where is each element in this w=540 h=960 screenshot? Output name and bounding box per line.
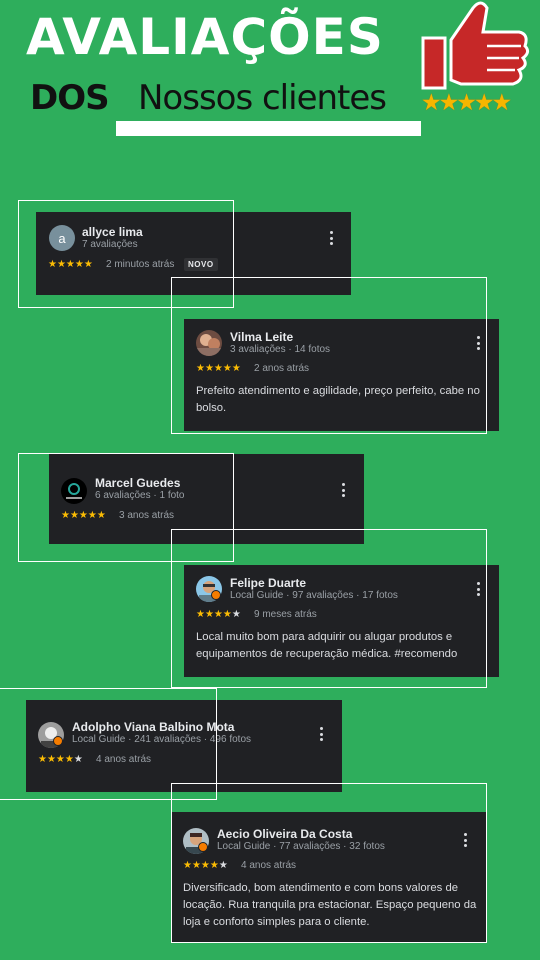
review-card-felipe: Felipe Duarte Local Guide · 97 avaliaçõe… [184, 565, 499, 677]
review-time: 2 anos atrás [254, 363, 310, 374]
review-stars: ★★★★★ [48, 259, 93, 270]
headline-dos: DOS [30, 78, 110, 118]
more-vert-icon[interactable] [341, 483, 345, 497]
reviewer-meta: Local Guide · 77 avaliações · 32 fotos [217, 841, 385, 852]
avatar[interactable] [196, 330, 222, 356]
review-stars: ★★★★★ [38, 754, 83, 765]
reviewer-meta: Local Guide · 97 avaliações · 17 fotos [230, 590, 398, 601]
review-stars: ★★★★★ [183, 860, 228, 871]
more-vert-icon[interactable] [319, 727, 323, 741]
headline-subtitle: Nossos clientes [138, 78, 387, 118]
more-vert-icon[interactable] [476, 336, 480, 350]
more-vert-icon[interactable] [463, 833, 467, 847]
avatar[interactable] [61, 478, 87, 504]
review-time: 9 meses atrás [254, 609, 317, 620]
rating-stars: ★★★★★ [421, 90, 512, 116]
review-time: 3 anos atrás [119, 510, 175, 521]
review-card-allyce: a allyce lima 7 avaliações ★★★★★ 2 minut… [36, 212, 351, 295]
avatar-letter: a [58, 230, 66, 246]
review-stars: ★★★★★ [61, 510, 106, 521]
reviewer-meta: 6 avaliações · 1 foto [95, 490, 185, 501]
reviewer-name[interactable]: Vilma Leite [230, 330, 293, 344]
review-card-marcel: Marcel Guedes 6 avaliações · 1 foto ★★★★… [49, 454, 364, 544]
new-badge: NOVO [184, 258, 218, 271]
reviewer-name[interactable]: Aecio Oliveira Da Costa [217, 827, 352, 841]
local-guide-badge-icon [211, 590, 221, 600]
reviewer-name[interactable]: Marcel Guedes [95, 476, 180, 490]
reviewer-name[interactable]: Felipe Duarte [230, 576, 306, 590]
review-stars: ★★★★★ [196, 609, 241, 620]
reviewer-meta: Local Guide · 241 avaliações · 496 fotos [72, 734, 251, 745]
local-guide-badge-icon [53, 736, 63, 746]
more-vert-icon[interactable] [476, 582, 480, 596]
thumbs-up-icon [421, 1, 530, 90]
review-time: 4 anos atrás [96, 754, 152, 765]
reviewer-meta: 3 avaliações · 14 fotos [230, 344, 331, 355]
review-card-aecio: Aecio Oliveira Da Costa Local Guide · 77… [171, 812, 486, 942]
more-vert-icon[interactable] [329, 231, 333, 245]
local-guide-badge-icon [198, 842, 208, 852]
review-time: 4 anos atrás [241, 860, 297, 871]
avatar[interactable]: a [49, 225, 75, 251]
review-card-vilma: Vilma Leite 3 avaliações · 14 fotos ★★★★… [184, 319, 499, 431]
headline-title: AVALIAÇÕES [26, 8, 384, 66]
title-underline [116, 121, 421, 136]
reviewer-name[interactable]: allyce lima [82, 225, 143, 239]
reviewer-meta: 7 avaliações [82, 239, 138, 250]
review-text: Local muito bom para adquirir ou alugar … [196, 631, 458, 660]
review-stars: ★★★★★ [196, 363, 241, 374]
review-time: 2 minutos atrás [106, 259, 175, 270]
reviewer-name[interactable]: Adolpho Viana Balbino Mota [72, 720, 234, 734]
review-card-adolpho: Adolpho Viana Balbino Mota Local Guide ·… [26, 700, 342, 792]
review-text: Prefeito atendimento e agilidade, preço … [196, 385, 480, 414]
review-text: Diversificado, bom atendimento e com bon… [183, 882, 477, 928]
